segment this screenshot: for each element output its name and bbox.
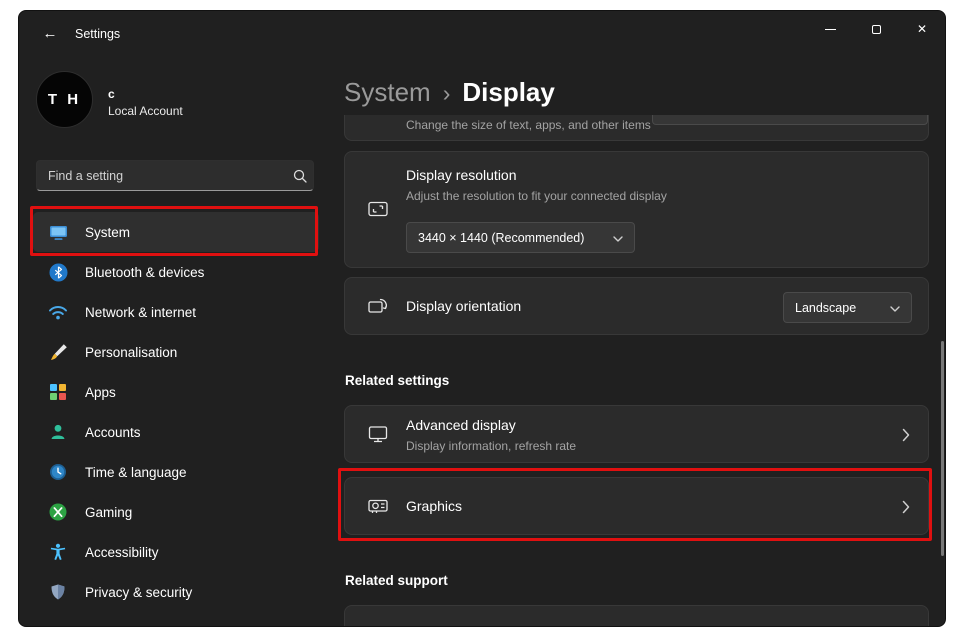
settings-window: ← Settings ✕ T H c Local Account [18,10,946,627]
advanced-display-subtitle: Display information, refresh rate [406,439,576,453]
resolution-subtitle: Adjust the resolution to fit your connec… [406,189,667,203]
sidebar-item-accounts[interactable]: Accounts [33,412,319,452]
related-settings-header: Related settings [345,373,449,388]
breadcrumb-parent[interactable]: System [344,77,431,108]
user-name: c [108,87,115,101]
wifi-icon [48,302,68,322]
sidebar-item-privacy-security[interactable]: Privacy & security [33,572,319,612]
accessibility-person-icon [48,542,68,562]
search-icon[interactable] [287,169,313,183]
vertical-scrollbar[interactable] [941,341,944,556]
monitor-icon [367,423,389,450]
advanced-display-title: Advanced display [406,417,516,433]
sidebar-nav: System Bluetooth & devices [33,212,319,612]
orientation-dropdown[interactable]: Landscape [783,292,912,323]
app-title: Settings [75,27,120,41]
sidebar-item-label: Bluetooth & devices [85,265,204,280]
sidebar-item-label: Time & language [85,465,187,480]
maximize-button[interactable] [853,11,899,47]
graphics-row[interactable]: Graphics [344,477,929,535]
sidebar: T H c Local Account System [19,59,344,626]
sidebar-item-apps[interactable]: Apps [33,372,319,412]
minimize-button[interactable] [807,11,853,47]
sidebar-item-label: Apps [85,385,116,400]
sidebar-item-label: System [85,225,130,240]
sidebar-item-time-language[interactable]: Time & language [33,452,319,492]
scale-card: Change the size of text, apps, and other… [344,115,929,141]
sidebar-item-label: Privacy & security [85,585,192,600]
system-icon [48,222,68,242]
sidebar-item-accessibility[interactable]: Accessibility [33,532,319,572]
scale-subtitle: Change the size of text, apps, and other… [406,118,651,132]
breadcrumb: System › Display [344,77,555,108]
minimize-icon [825,29,836,30]
sidebar-item-label: Gaming [85,505,132,520]
close-button[interactable]: ✕ [899,11,945,47]
sidebar-item-label: Accessibility [85,545,159,560]
back-button[interactable]: ← [33,21,67,47]
main-content: System › Display Change the size of text… [344,59,945,626]
chevron-separator-icon: › [443,80,451,107]
graphics-title: Graphics [406,498,462,514]
apps-grid-icon [48,382,68,402]
search-input[interactable] [37,169,287,183]
person-icon [48,422,68,442]
xbox-icon [48,502,68,522]
chevron-down-icon [890,301,900,315]
orientation-icon [367,295,389,322]
avatar[interactable]: T H [36,71,93,128]
orientation-dropdown-value: Landscape [795,301,856,315]
clock-icon [48,462,68,482]
close-icon: ✕ [917,23,927,35]
user-account-type: Local Account [108,104,183,118]
sidebar-item-gaming[interactable]: Gaming [33,492,319,532]
orientation-title: Display orientation [406,298,521,314]
display-orientation-card: Display orientation Landscape [344,277,929,335]
chevron-right-icon [902,500,910,519]
titlebar: ← Settings ✕ [19,11,945,59]
sidebar-item-label: Network & internet [85,305,196,320]
resolution-dropdown-value: 3440 × 1440 (Recommended) [418,231,584,245]
resolution-icon [367,198,389,225]
chevron-right-icon [902,428,910,447]
related-support-card[interactable] [344,605,929,626]
window-controls: ✕ [807,11,945,47]
sidebar-item-bluetooth-devices[interactable]: Bluetooth & devices [33,252,319,292]
maximize-icon [872,25,881,34]
resolution-dropdown[interactable]: 3440 × 1440 (Recommended) [406,222,635,253]
related-support-header: Related support [345,573,448,588]
sidebar-item-label: Accounts [85,425,141,440]
paintbrush-icon [48,342,68,362]
bluetooth-icon [48,262,68,282]
advanced-display-row[interactable]: Advanced display Display information, re… [344,405,929,463]
sidebar-item-system[interactable]: System [33,212,319,252]
resolution-title: Display resolution [406,167,517,183]
display-resolution-card: Display resolution Adjust the resolution… [344,151,929,268]
sidebar-item-personalisation[interactable]: Personalisation [33,332,319,372]
shield-icon [48,582,68,602]
settings-scroll-area: Change the size of text, apps, and other… [344,115,929,626]
chevron-down-icon [613,231,623,245]
page-title: Display [462,77,555,108]
sidebar-item-network-internet[interactable]: Network & internet [33,292,319,332]
search-box [36,160,314,191]
scale-dropdown[interactable] [652,115,928,125]
gpu-icon [367,495,389,522]
sidebar-item-label: Personalisation [85,345,177,360]
